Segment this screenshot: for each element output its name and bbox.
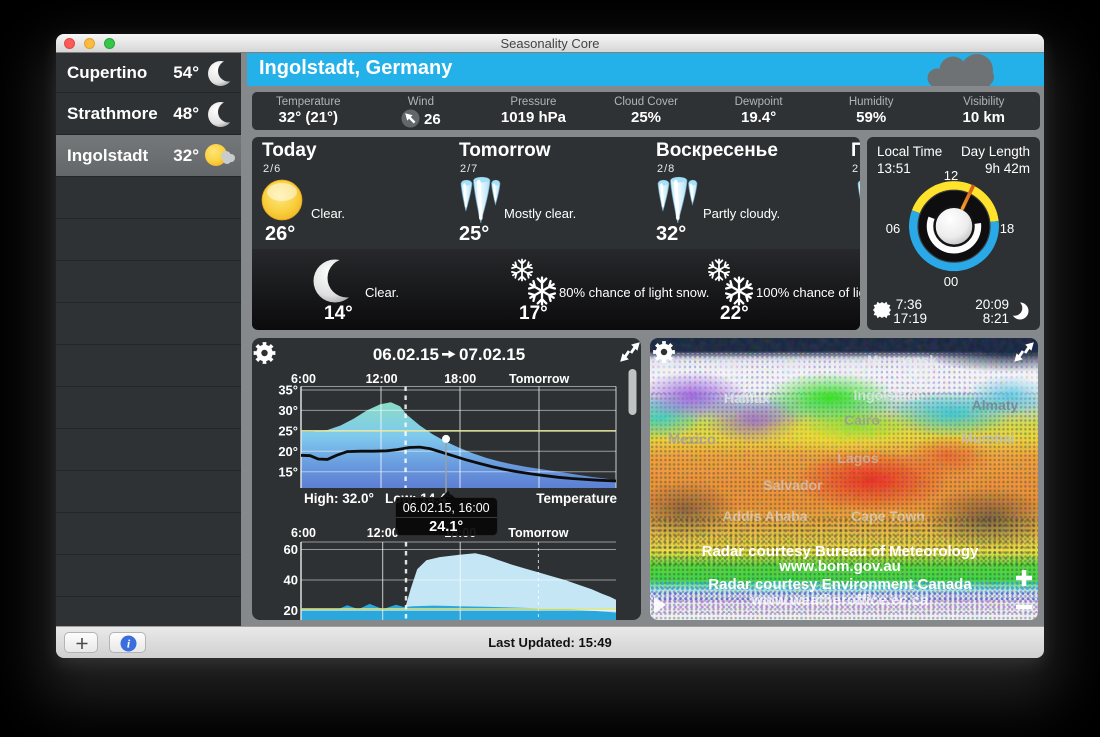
- svg-text:07.02.15: 07.02.15: [459, 345, 525, 364]
- svg-text:Tomorrow: Tomorrow: [508, 526, 568, 540]
- svg-text:60: 60: [284, 542, 298, 557]
- svg-text:Almaty: Almaty: [972, 397, 1019, 413]
- svg-text:Cape Town: Cape Town: [851, 508, 925, 524]
- svg-text:8:21: 8:21: [983, 311, 1009, 326]
- svg-text:12:00: 12:00: [367, 526, 399, 540]
- svg-text:35°: 35°: [278, 383, 298, 398]
- svg-text:00: 00: [944, 274, 958, 289]
- svg-text:Mexico: Mexico: [668, 431, 715, 447]
- svg-text:7:36: 7:36: [896, 297, 922, 312]
- svg-text:Cairo: Cairo: [844, 412, 880, 428]
- svg-text:Radar courtesy Environment Can: Radar courtesy Environment Canada: [708, 576, 972, 593]
- svg-text:9h 42m: 9h 42m: [985, 161, 1030, 176]
- svg-text:www.bom.gov.au: www.bom.gov.au: [778, 558, 901, 575]
- svg-text:Day Length: Day Length: [961, 144, 1030, 159]
- svg-text:Addis Ababa: Addis Ababa: [722, 508, 807, 524]
- svg-text:13:51: 13:51: [877, 161, 911, 176]
- svg-text:15°: 15°: [278, 464, 298, 479]
- svg-text:30°: 30°: [278, 403, 298, 418]
- svg-text:06: 06: [886, 221, 900, 236]
- svg-text:12:00: 12:00: [366, 372, 398, 386]
- svg-text:12: 12: [944, 168, 958, 183]
- svg-text:Murmansk: Murmansk: [867, 352, 937, 368]
- svg-text:25°: 25°: [278, 424, 298, 439]
- svg-text:Salvador: Salvador: [763, 477, 823, 493]
- svg-text:Local Time: Local Time: [877, 144, 942, 159]
- svg-text:18:00: 18:00: [444, 372, 476, 386]
- svg-text:www.weatheroffice.ec.ca: www.weatheroffice.ec.ca: [750, 592, 929, 609]
- svg-text:20: 20: [284, 603, 298, 618]
- svg-text:High: 32.0°: High: 32.0°: [304, 491, 374, 506]
- svg-text:Halifax: Halifax: [724, 390, 770, 406]
- svg-text:Tomorrow: Tomorrow: [509, 372, 569, 386]
- svg-text:Mumbai: Mumbai: [962, 430, 1015, 446]
- svg-text:06.02.15: 06.02.15: [373, 345, 439, 364]
- svg-text:Temperature: Temperature: [536, 491, 617, 506]
- svg-text:18: 18: [1000, 221, 1014, 236]
- svg-text:17:19: 17:19: [893, 311, 927, 326]
- svg-text:Lagos: Lagos: [837, 450, 878, 466]
- svg-text:6:00: 6:00: [291, 526, 316, 540]
- svg-text:20:09: 20:09: [975, 297, 1009, 312]
- svg-text:40: 40: [284, 573, 298, 588]
- svg-text:Ingolstadt: Ingolstadt: [854, 387, 921, 403]
- svg-text:20°: 20°: [278, 444, 298, 459]
